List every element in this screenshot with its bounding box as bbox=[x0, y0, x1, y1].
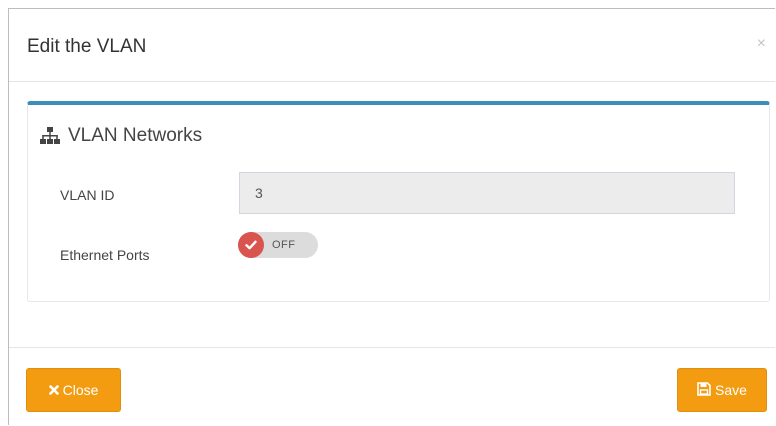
edit-vlan-modal: Edit the VLAN × VLAN Networks VLAN ID 3 … bbox=[8, 8, 775, 425]
save-button[interactable]: Save bbox=[677, 368, 767, 412]
vlan-id-input[interactable] bbox=[239, 172, 735, 214]
toggle-state-text: OFF bbox=[272, 239, 296, 251]
modal-close-x-button[interactable]: × bbox=[757, 35, 766, 53]
check-icon bbox=[238, 232, 264, 258]
panel-title: VLAN Networks bbox=[68, 125, 203, 146]
ethernet-ports-toggle[interactable]: OFF bbox=[238, 232, 318, 258]
modal-footer: Close Save bbox=[9, 347, 775, 426]
times-icon bbox=[48, 382, 59, 398]
vlan-id-label: VLAN ID bbox=[60, 187, 115, 203]
save-button-label: Save bbox=[715, 382, 747, 398]
close-button[interactable]: Close bbox=[26, 368, 121, 412]
modal-header: Edit the VLAN × bbox=[9, 9, 775, 82]
ethernet-ports-label: Ethernet Ports bbox=[60, 247, 150, 263]
close-button-label: Close bbox=[62, 382, 99, 398]
modal-title: Edit the VLAN bbox=[27, 36, 147, 57]
floppy-disk-icon bbox=[697, 381, 711, 399]
sitemap-icon bbox=[40, 127, 60, 145]
vlan-networks-panel: VLAN Networks VLAN ID Ethernet Ports OFF bbox=[27, 101, 770, 302]
panel-header: VLAN Networks bbox=[40, 125, 202, 147]
